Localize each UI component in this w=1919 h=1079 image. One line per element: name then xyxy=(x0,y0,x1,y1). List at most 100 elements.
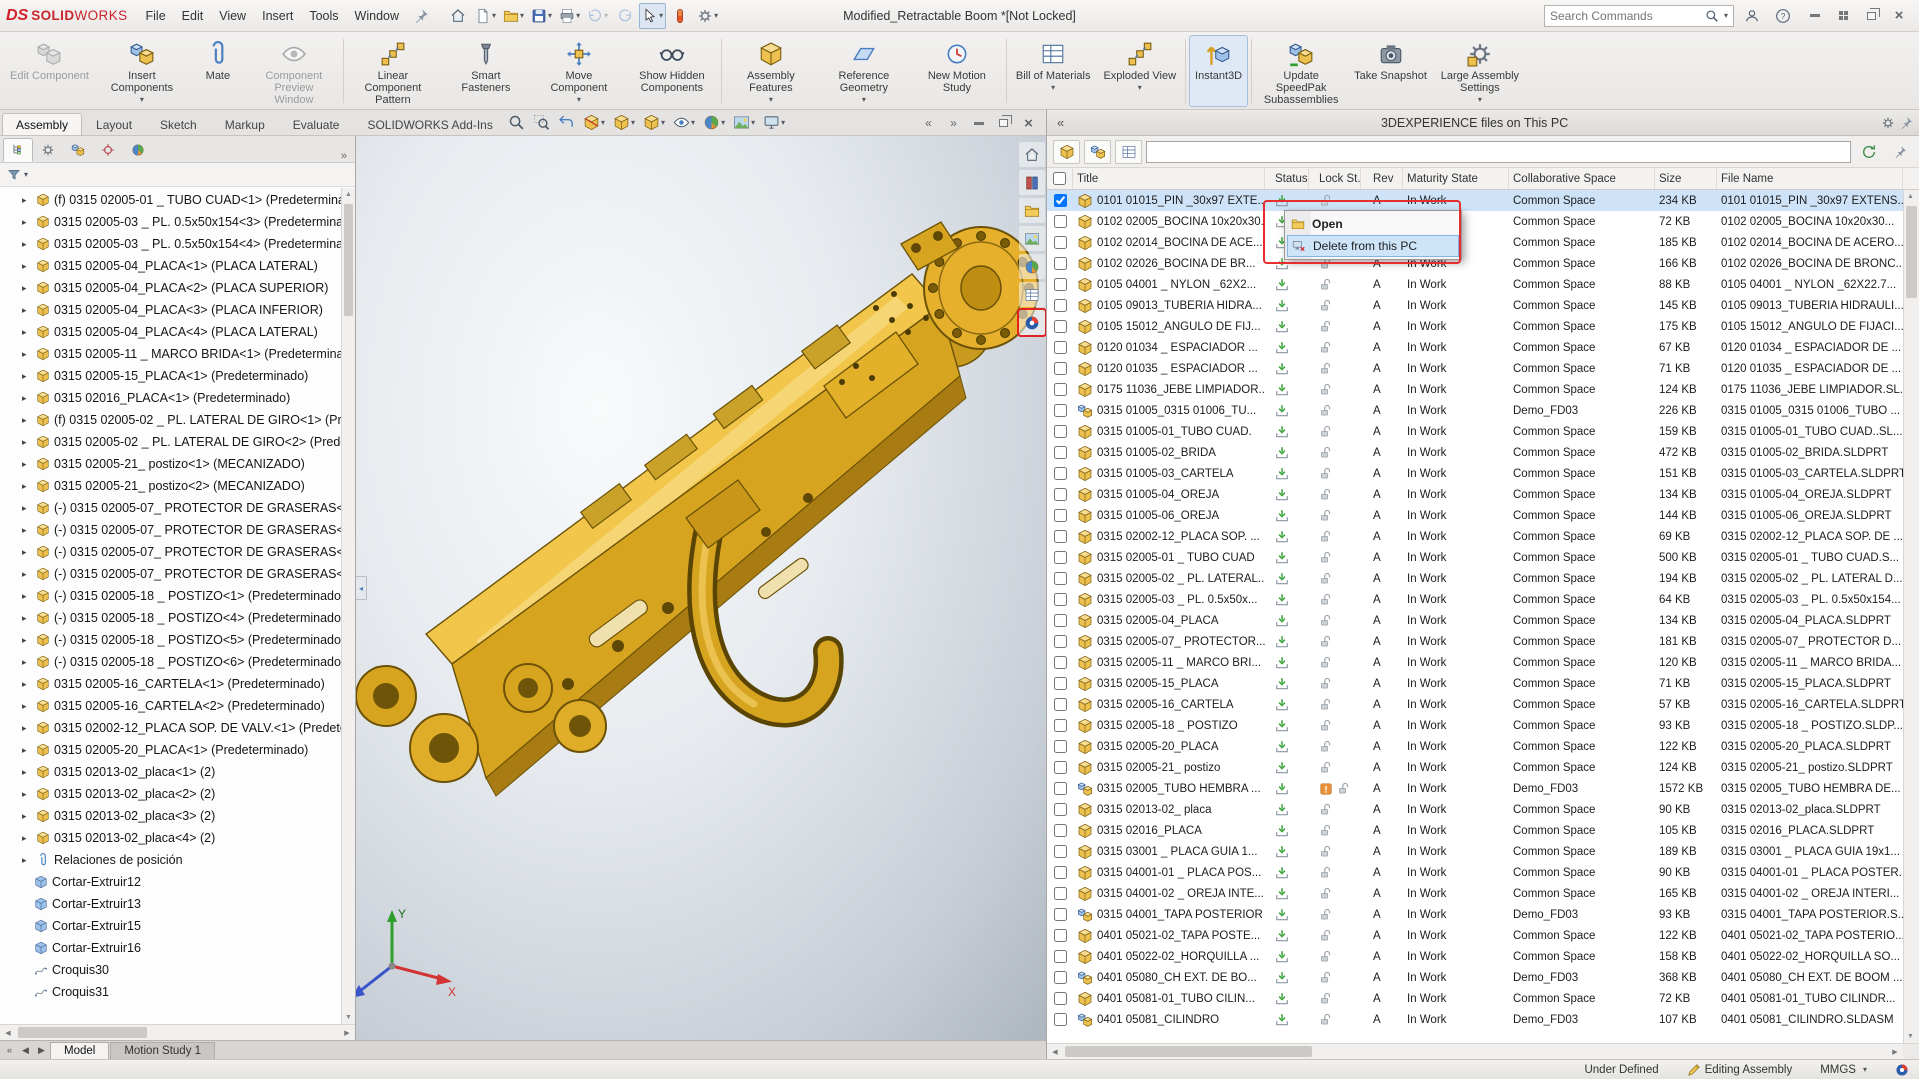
scroll-up-icon[interactable]: ▲ xyxy=(342,188,355,201)
file-row[interactable]: 0315 02016_PLACAAIn WorkCommon Space105 … xyxy=(1047,820,1903,841)
file-row[interactable]: 0315 01005-02_BRIDAAIn WorkCommon Space4… xyxy=(1047,442,1903,463)
panel-collapse-button[interactable]: « xyxy=(1053,115,1068,130)
view-settings-button[interactable]: ▾ xyxy=(760,112,788,133)
file-row[interactable]: 0175 11036_JEBE LIMPIADOR...AIn WorkComm… xyxy=(1047,379,1903,400)
row-checkbox[interactable] xyxy=(1054,215,1067,228)
menu-tools[interactable]: Tools xyxy=(301,5,346,27)
new-motion-study-button[interactable]: New Motion Study xyxy=(911,35,1003,107)
tab-scroll-right-button[interactable]: ▶ xyxy=(34,1045,49,1056)
tree-item[interactable]: ▸0315 02005-21_ postizo<2> (MECANIZADO) xyxy=(0,475,341,497)
expand-arrow-icon[interactable]: ▸ xyxy=(22,305,32,316)
dropdown-caret-icon[interactable]: ▾ xyxy=(140,95,144,104)
file-row[interactable]: 0315 01005_0315 01006_TU...AIn WorkDemo_… xyxy=(1047,400,1903,421)
3dexperience-files-tab[interactable] xyxy=(1019,310,1045,335)
expand-arrow-icon[interactable]: ▸ xyxy=(22,217,32,228)
expand-arrow-icon[interactable]: ▸ xyxy=(22,525,32,536)
filter-parts-button[interactable] xyxy=(1053,140,1080,164)
tree-item[interactable]: ▸0315 02005-16_CARTELA<1> (Predeterminad… xyxy=(0,673,341,695)
tree-item[interactable]: Croquis30 xyxy=(0,959,341,981)
row-checkbox[interactable] xyxy=(1054,761,1067,774)
open-button[interactable]: ▾ xyxy=(500,3,527,29)
expand-arrow-icon[interactable]: ▸ xyxy=(22,261,32,272)
file-row[interactable]: 0120 01035 _ ESPACIADOR ...AIn WorkCommo… xyxy=(1047,358,1903,379)
scrollbar-thumb[interactable] xyxy=(1065,1046,1312,1057)
tree-item[interactable]: ▸0315 02005-02 _ PL. LATERAL DE GIRO<2> … xyxy=(0,431,341,453)
dropdown-caret-icon[interactable]: ▾ xyxy=(659,11,663,20)
section-view-button[interactable]: ▾ xyxy=(580,112,608,133)
tree-item[interactable]: ▸(f) 0315 02005-02 _ PL. LATERAL DE GIRO… xyxy=(0,409,341,431)
file-row[interactable]: 0105 15012_ANGULO DE FIJ...AIn WorkCommo… xyxy=(1047,316,1903,337)
tree-item[interactable]: ▸0315 02013-02_placa<2> (2) xyxy=(0,783,341,805)
3d-scene[interactable]: Y X xyxy=(356,136,1046,1040)
expand-arrow-icon[interactable]: ▸ xyxy=(22,503,32,514)
row-checkbox[interactable] xyxy=(1054,866,1067,879)
column-header-title[interactable]: Title xyxy=(1073,168,1265,189)
expand-arrow-icon[interactable]: ▸ xyxy=(22,437,32,448)
tree-item[interactable]: ▸(-) 0315 02005-07_ PROTECTOR DE GRASERA… xyxy=(0,497,341,519)
row-checkbox[interactable] xyxy=(1054,299,1067,312)
tree-item[interactable]: ▸(-) 0315 02005-18 _ POSTIZO<1> (Predete… xyxy=(0,585,341,607)
file-row[interactable]: 0401 05081-01_TUBO CILIN...AIn WorkCommo… xyxy=(1047,988,1903,1009)
menu-window[interactable]: Window xyxy=(347,5,407,27)
menu-file[interactable]: File xyxy=(138,5,174,27)
graphics-viewport[interactable]: Y X ◂ xyxy=(356,136,1046,1040)
tree-item[interactable]: ▸0315 02005-03 _ PL. 0.5x50x154<3> (Pred… xyxy=(0,211,341,233)
units-selector[interactable]: MMGS ▾ xyxy=(1820,1064,1867,1076)
tree-item[interactable]: ▸(-) 0315 02005-07_ PROTECTOR DE GRASERA… xyxy=(0,563,341,585)
row-checkbox[interactable] xyxy=(1054,824,1067,837)
context-menu-item-delete-from-this-pc[interactable]: Delete from this PC xyxy=(1287,235,1459,257)
dropdown-caret-icon[interactable]: ▾ xyxy=(751,118,755,127)
tree-item[interactable]: Cortar-Extruir13 xyxy=(0,893,341,915)
expand-arrow-icon[interactable]: ▸ xyxy=(22,701,32,712)
tab-configurationmanager[interactable] xyxy=(63,138,93,162)
column-header-file-name[interactable]: File Name xyxy=(1717,168,1903,189)
tree-item[interactable]: ▸Relaciones de posición xyxy=(0,849,341,871)
tree-item[interactable]: Cortar-Extruir12 xyxy=(0,871,341,893)
expand-arrow-icon[interactable]: ▸ xyxy=(22,415,32,426)
dropdown-caret-icon[interactable]: ▾ xyxy=(492,11,496,20)
row-checkbox[interactable] xyxy=(1054,908,1067,921)
new-document-button[interactable]: ▾ xyxy=(472,3,499,29)
row-checkbox[interactable] xyxy=(1054,719,1067,732)
expand-arrow-icon[interactable]: ▸ xyxy=(22,459,32,470)
expand-arrow-icon[interactable]: ▸ xyxy=(22,789,32,800)
mate-button[interactable]: Mate xyxy=(189,35,247,107)
expand-arrow-icon[interactable]: ▸ xyxy=(22,591,32,602)
dropdown-caret-icon[interactable]: ▾ xyxy=(862,95,866,104)
assembly-features-button[interactable]: Assembly Features▾ xyxy=(725,35,817,107)
custom-properties-tab[interactable] xyxy=(1019,282,1045,307)
row-checkbox[interactable] xyxy=(1054,236,1067,249)
dock-left-button[interactable]: « xyxy=(917,113,940,133)
row-checkbox[interactable] xyxy=(1054,677,1067,690)
filter-assemblies-button[interactable] xyxy=(1084,140,1111,164)
tree-item[interactable]: Cortar-Extruir16 xyxy=(0,937,341,959)
tab-scroll-left-button[interactable]: ◀ xyxy=(18,1045,33,1056)
row-checkbox[interactable] xyxy=(1054,1013,1067,1026)
tab-featuremanager-design-tree[interactable] xyxy=(3,138,33,162)
undo-button[interactable]: ▾ xyxy=(584,3,611,29)
dropdown-caret-icon[interactable]: ▾ xyxy=(1051,83,1055,92)
tile-windows-button[interactable] xyxy=(1829,3,1857,29)
tree-item[interactable]: ▸(-) 0315 02005-07_ PROTECTOR DE GRASERA… xyxy=(0,541,341,563)
row-checkbox[interactable] xyxy=(1054,992,1067,1005)
solidworks-resources-tab[interactable] xyxy=(1019,142,1045,167)
row-checkbox[interactable] xyxy=(1054,278,1067,291)
tree-item[interactable]: ▸0315 02005-04_PLACA<3> (PLACA INFERIOR) xyxy=(0,299,341,321)
file-row[interactable]: 0101 01015_PIN _30x97 EXTE...AIn WorkCom… xyxy=(1047,190,1903,211)
expand-arrow-icon[interactable]: ▸ xyxy=(22,855,32,866)
file-row[interactable]: 0315 02005-16_CARTELAAIn WorkCommon Spac… xyxy=(1047,694,1903,715)
file-row[interactable]: 0105 09013_TUBERIA HIDRA...AIn WorkCommo… xyxy=(1047,295,1903,316)
expand-arrow-icon[interactable]: ▸ xyxy=(22,195,32,206)
tab-assembly[interactable]: Assembly xyxy=(2,113,82,135)
pin-menu-button[interactable] xyxy=(409,8,433,24)
tree-item[interactable]: Cortar-Extruir15 xyxy=(0,915,341,937)
row-checkbox[interactable] xyxy=(1054,383,1067,396)
scroll-down-icon[interactable]: ▼ xyxy=(342,1011,355,1024)
expand-arrow-icon[interactable]: ▸ xyxy=(22,239,32,250)
file-row[interactable]: 0315 01005-01_TUBO CUAD.AIn WorkCommon S… xyxy=(1047,421,1903,442)
dropdown-caret-icon[interactable]: ▾ xyxy=(604,11,608,20)
file-row[interactable]: 0315 04001-02 _ OREJA INTE...AIn WorkCom… xyxy=(1047,883,1903,904)
close-document-button[interactable]: × xyxy=(1017,113,1040,133)
file-row[interactable]: 0315 02005-01 _ TUBO CUADAIn WorkCommon … xyxy=(1047,547,1903,568)
tree-item[interactable]: ▸0315 02005-04_PLACA<1> (PLACA LATERAL) xyxy=(0,255,341,277)
